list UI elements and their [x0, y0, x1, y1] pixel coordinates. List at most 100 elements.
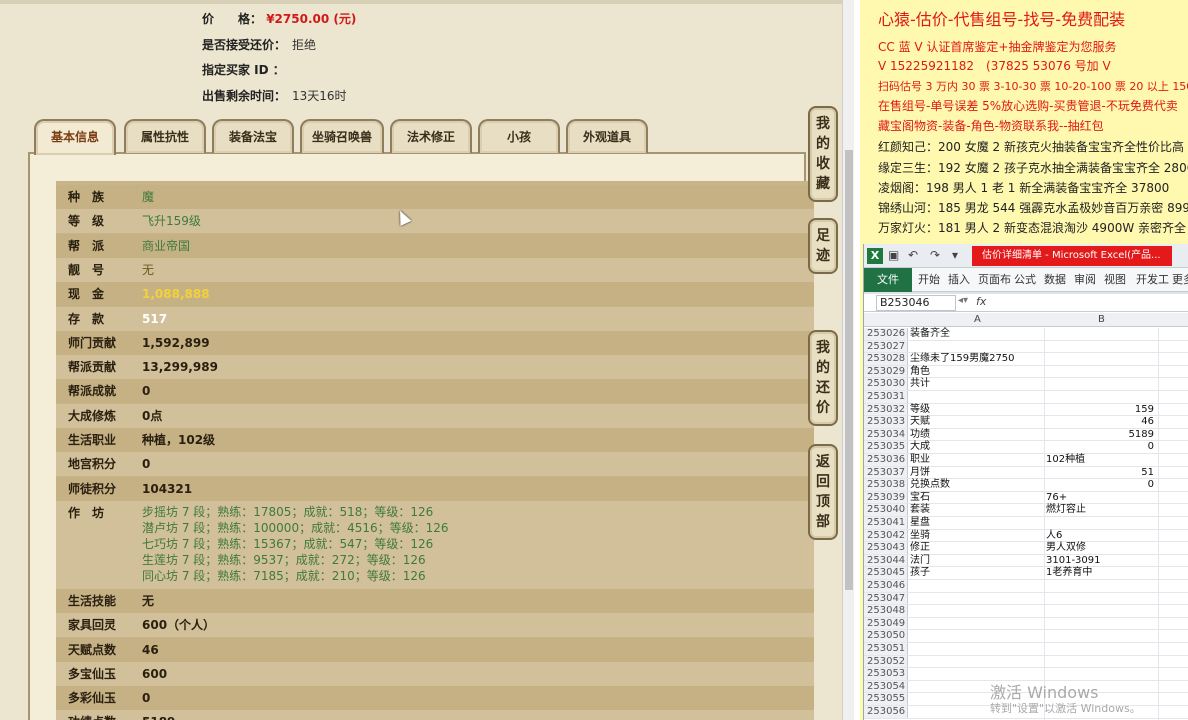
cell-a[interactable]: 兑换点数: [910, 479, 950, 492]
row-number[interactable]: 253042: [864, 529, 908, 542]
doc-line: 藏宝阁物资-装备-角色-物资联系我--抽红包: [878, 119, 1104, 133]
footprint-button[interactable]: 足迹: [808, 218, 838, 274]
tab-6[interactable]: 小孩: [478, 119, 560, 153]
cell-a[interactable]: 宝石: [910, 492, 930, 505]
stat-label: 地宫积分: [68, 457, 117, 472]
sheet-grid[interactable]: 253026 装备齐全 253027 253028 尘缘未了159男魔2750 25302…: [864, 328, 1188, 720]
row-number[interactable]: 253049: [864, 617, 908, 630]
ribbon-tab[interactable]: 审阅: [1074, 268, 1096, 292]
row-number[interactable]: 253056: [864, 706, 908, 718]
page-scrollbar[interactable]: [842, 0, 854, 720]
cell-a[interactable]: 坐骑: [910, 530, 930, 543]
column-header-a[interactable]: A: [974, 313, 981, 327]
tab-4[interactable]: 坐骑召唤兽: [300, 119, 384, 153]
row-number[interactable]: 253032: [864, 403, 908, 416]
save-icon[interactable]: ▣: [888, 248, 899, 262]
row-number[interactable]: 253040: [864, 504, 908, 516]
tab-file[interactable]: 文件: [864, 268, 912, 292]
quick-access-dropdown-icon[interactable]: ▾: [952, 248, 958, 262]
cell-a[interactable]: 孩子: [910, 567, 930, 580]
row-number[interactable]: 253039: [864, 491, 908, 504]
ribbon-tab[interactable]: 开发工: [1136, 268, 1169, 292]
row-number[interactable]: 253053: [864, 668, 908, 680]
row-number[interactable]: 253046: [864, 580, 908, 592]
ribbon-tab[interactable]: 页面布: [978, 268, 1011, 292]
column-header-b[interactable]: B: [1098, 313, 1105, 327]
ribbon-tab[interactable]: 插入: [948, 268, 970, 292]
tab-7[interactable]: 外观道具: [566, 119, 648, 153]
cell-a[interactable]: 星盘: [910, 517, 930, 530]
cell-b[interactable]: 76+: [1046, 492, 1156, 505]
row-number[interactable]: 253043: [864, 542, 908, 554]
my-offer-button[interactable]: 我的还价: [808, 330, 838, 426]
tab-2[interactable]: 属性抗性: [124, 119, 206, 153]
row-number[interactable]: 253044: [864, 554, 908, 567]
cell-b[interactable]: 男人双修: [1046, 542, 1156, 555]
ribbon-tab[interactable]: 数据: [1044, 268, 1066, 292]
tab-1[interactable]: 基本信息: [34, 119, 116, 155]
cell-a[interactable]: 装备齐全: [910, 328, 950, 341]
name-box[interactable]: B253046: [876, 295, 956, 311]
tab-5[interactable]: 法术修正: [390, 119, 472, 153]
row-number[interactable]: 253050: [864, 630, 908, 642]
cell-b[interactable]: 0: [1046, 441, 1154, 454]
cell-a[interactable]: 法门: [910, 555, 930, 568]
undo-icon[interactable]: ↶: [908, 248, 918, 262]
workshop-line: 同心坊 7 段；熟练：7185；成就：210；等级：126: [142, 568, 426, 583]
sheet-row: 253042 坐骑 人6: [864, 529, 1188, 543]
cell-a[interactable]: 天赋: [910, 416, 930, 429]
favorites-button[interactable]: 我的收藏: [808, 106, 838, 202]
row-number[interactable]: 253031: [864, 391, 908, 403]
row-number[interactable]: 253026: [864, 328, 908, 340]
row-number[interactable]: 253038: [864, 479, 908, 491]
scrollbar-thumb[interactable]: [845, 150, 853, 590]
cell-b[interactable]: 0: [1046, 479, 1154, 492]
cell-b[interactable]: 51: [1046, 467, 1154, 480]
redo-icon[interactable]: ↷: [930, 248, 940, 262]
row-number[interactable]: 253047: [864, 592, 908, 605]
row-number[interactable]: 253041: [864, 517, 908, 529]
cell-a[interactable]: 大成: [910, 441, 930, 454]
tab-3[interactable]: 装备法宝: [212, 119, 294, 153]
name-box-dropdown-icon[interactable]: ◂▾: [958, 295, 968, 306]
row-number[interactable]: 253048: [864, 605, 908, 617]
cell-b[interactable]: 人6: [1046, 530, 1156, 543]
row-number[interactable]: 253037: [864, 466, 908, 479]
cell-a[interactable]: 共计: [910, 378, 930, 391]
stat-label: 师门贡献: [68, 335, 117, 350]
row-number[interactable]: 253045: [864, 567, 908, 579]
cell-a[interactable]: 套装: [910, 504, 930, 517]
row-number[interactable]: 253027: [864, 340, 908, 353]
cell-a[interactable]: 角色: [910, 366, 930, 379]
ribbon-tab[interactable]: 视图: [1104, 268, 1126, 292]
row-number[interactable]: 253051: [864, 643, 908, 655]
cell-a[interactable]: 月饼: [910, 467, 930, 480]
row-number[interactable]: 253054: [864, 680, 908, 693]
cell-b[interactable]: 159: [1046, 404, 1154, 417]
cell-a[interactable]: 尘缘未了159男魔2750: [910, 353, 1015, 366]
cell-b[interactable]: 46: [1046, 416, 1154, 429]
function-icon[interactable]: fx: [976, 295, 986, 308]
cell-a[interactable]: 等级: [910, 404, 930, 417]
row-number[interactable]: 253028: [864, 353, 908, 365]
row-number[interactable]: 253033: [864, 416, 908, 428]
row-number[interactable]: 253034: [864, 428, 908, 441]
row-number[interactable]: 253055: [864, 693, 908, 705]
cell-b[interactable]: 5189: [1046, 429, 1154, 442]
row-number[interactable]: 253035: [864, 441, 908, 453]
ribbon-tab[interactable]: 公式: [1014, 268, 1036, 292]
row-number[interactable]: 253036: [864, 454, 908, 466]
cell-a[interactable]: 功绩: [910, 429, 930, 442]
cell-a[interactable]: 职业: [910, 454, 930, 467]
row-number[interactable]: 253029: [864, 365, 908, 378]
row-number[interactable]: 253052: [864, 655, 908, 668]
cell-a[interactable]: 修正: [910, 542, 930, 555]
cell-b[interactable]: 1老养育中: [1046, 567, 1156, 580]
back-to-top-button[interactable]: 返回顶部: [808, 444, 838, 540]
row-number[interactable]: 253030: [864, 378, 908, 390]
ribbon-tab[interactable]: 开始: [918, 268, 940, 292]
cell-b[interactable]: 燃灯容止: [1046, 504, 1156, 517]
cell-b[interactable]: 3101-3091: [1046, 555, 1156, 568]
ribbon-tab[interactable]: 更多: [1172, 268, 1188, 292]
cell-b[interactable]: 102种植: [1046, 454, 1156, 467]
